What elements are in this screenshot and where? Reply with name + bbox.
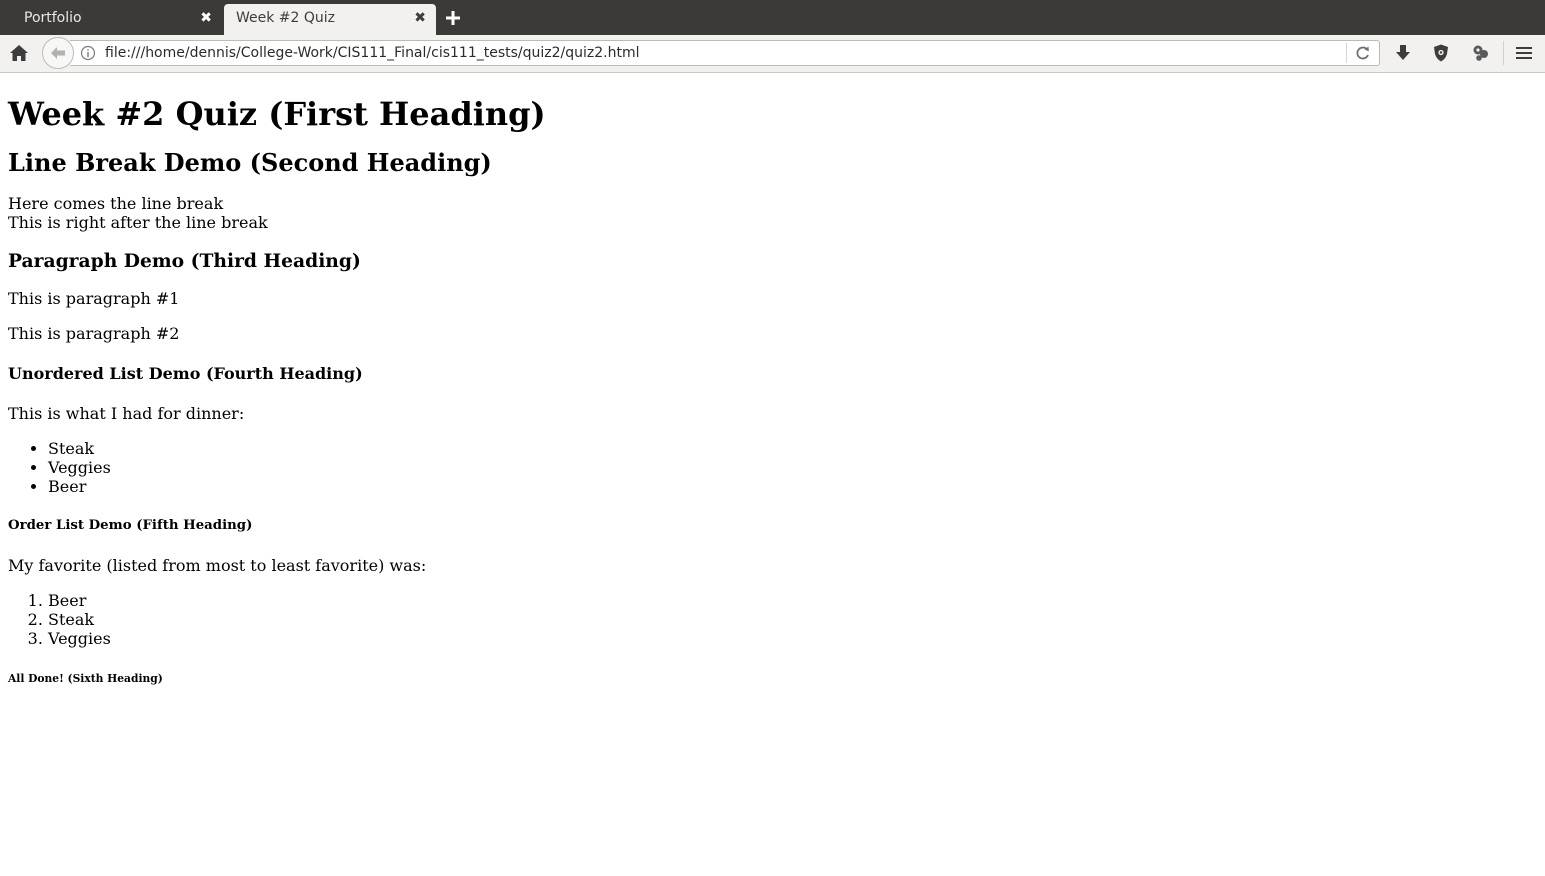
first-heading: Week #2 Quiz (First Heading)	[8, 95, 546, 133]
extension-icon[interactable]	[1471, 43, 1491, 63]
line-break-paragraph: Here comes the line break This is right a…	[8, 194, 1508, 232]
toolbar-separator	[1503, 41, 1504, 65]
list-item: Veggies	[48, 629, 1508, 648]
second-heading: Line Break Demo (Second Heading)	[8, 148, 492, 177]
hamburger-menu-icon[interactable]	[1515, 44, 1533, 62]
list-item: Steak	[48, 439, 1508, 458]
tab-title: Portfolio	[24, 10, 82, 26]
plus-icon[interactable]	[443, 6, 463, 30]
page-content: Week #2 Quiz (First Heading) Line Break …	[8, 73, 1508, 685]
url-divider	[1346, 43, 1347, 63]
list-item: Beer	[48, 591, 1508, 610]
fourth-heading: Unordered List Demo (Fourth Heading)	[8, 364, 363, 383]
favorite-list: Beer Steak Veggies	[8, 591, 1508, 648]
close-tab-icon[interactable]: ✖	[200, 4, 212, 32]
tab-week2-quiz[interactable]: Week #2 Quiz ✖	[224, 4, 436, 35]
favorite-intro: My favorite (listed from most to least f…	[8, 556, 427, 575]
list-item: Veggies	[48, 458, 1508, 477]
close-tab-icon[interactable]: ✖	[414, 4, 426, 32]
third-heading: Paragraph Demo (Third Heading)	[8, 250, 361, 272]
shield-icon[interactable]	[1432, 43, 1450, 63]
download-icon[interactable]	[1394, 43, 1412, 63]
line-after-break: This is right after the line break	[8, 213, 268, 232]
paragraph-1: This is paragraph #1	[8, 289, 180, 308]
sixth-heading: All Done! (Sixth Heading)	[8, 672, 163, 685]
tab-strip: Portfolio ✖ Week #2 Quiz ✖	[0, 0, 1545, 35]
navigation-toolbar: file:///home/dennis/College-Work/CIS111_…	[0, 35, 1545, 73]
list-item: Steak	[48, 610, 1508, 629]
paragraph-2: This is paragraph #2	[8, 324, 180, 343]
back-arrow-icon[interactable]	[42, 37, 74, 69]
tab-title: Week #2 Quiz	[236, 10, 336, 26]
dinner-list: Steak Veggies Beer	[8, 439, 1508, 496]
tab-portfolio[interactable]: Portfolio ✖	[12, 4, 222, 35]
dinner-intro: This is what I had for dinner:	[8, 404, 245, 423]
fifth-heading: Order List Demo (Fifth Heading)	[8, 518, 253, 533]
list-item: Beer	[48, 477, 1508, 496]
url-text[interactable]: file:///home/dennis/College-Work/CIS111_…	[105, 41, 640, 65]
line-before-break: Here comes the line break	[8, 194, 224, 213]
reload-icon[interactable]	[1354, 44, 1372, 62]
info-icon[interactable]	[80, 45, 96, 61]
url-bar[interactable]: file:///home/dennis/College-Work/CIS111_…	[70, 40, 1380, 66]
home-icon[interactable]	[8, 43, 30, 63]
